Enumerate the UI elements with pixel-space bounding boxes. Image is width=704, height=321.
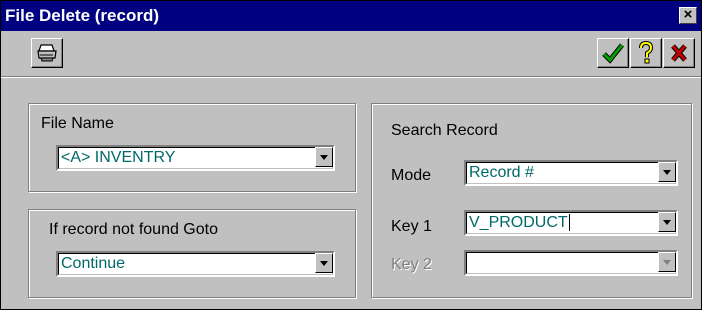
chevron-down-icon[interactable] <box>315 147 333 167</box>
not-found-goto-group: If record not found Goto Continue <box>28 209 356 298</box>
checkmark-icon <box>602 43 624 64</box>
cancel-button[interactable] <box>663 38 695 68</box>
print-button[interactable] <box>31 38 63 68</box>
mode-dropdown[interactable]: Record # <box>464 160 678 186</box>
close-icon: × <box>683 6 693 23</box>
help-button[interactable] <box>630 38 662 68</box>
key2-label: Key 2 <box>391 256 432 273</box>
chevron-down-icon[interactable] <box>658 162 676 182</box>
not-found-goto-label: If record not found Goto <box>49 221 218 238</box>
chevron-down-icon <box>658 252 676 272</box>
chevron-down-icon[interactable] <box>315 253 333 273</box>
file-name-value: <A> INVENTRY <box>61 149 176 166</box>
red-x-icon <box>671 44 687 62</box>
printer-icon <box>37 44 57 62</box>
file-delete-dialog: File Delete (record) × File Name <A> INV… <box>0 0 702 310</box>
search-record-group: Search Record Mode Record # Key 1 V_PROD… <box>371 103 692 298</box>
mode-label: Mode <box>391 167 432 184</box>
key1-value: V_PRODUCT <box>469 214 568 231</box>
toolbar <box>1 31 701 77</box>
not-found-goto-dropdown[interactable]: Continue <box>56 251 335 277</box>
mode-value: Record # <box>469 164 534 181</box>
search-record-label: Search Record <box>391 122 498 139</box>
file-name-label: File Name <box>41 115 114 132</box>
file-name-dropdown[interactable]: <A> INVENTRY <box>56 145 335 171</box>
key1-label: Key 1 <box>391 218 432 235</box>
ok-button[interactable] <box>597 38 629 68</box>
key2-combobox <box>464 250 678 276</box>
close-button[interactable]: × <box>679 7 697 24</box>
question-mark-icon <box>639 41 654 64</box>
dialog-title: File Delete (record) <box>5 6 159 25</box>
not-found-goto-value: Continue <box>61 255 126 272</box>
title-bar: File Delete (record) × <box>1 1 701 31</box>
file-name-group: File Name <A> INVENTRY <box>28 103 356 192</box>
chevron-down-icon[interactable] <box>658 212 676 232</box>
key1-combobox[interactable]: V_PRODUCT <box>464 210 678 236</box>
text-caret <box>568 214 570 231</box>
